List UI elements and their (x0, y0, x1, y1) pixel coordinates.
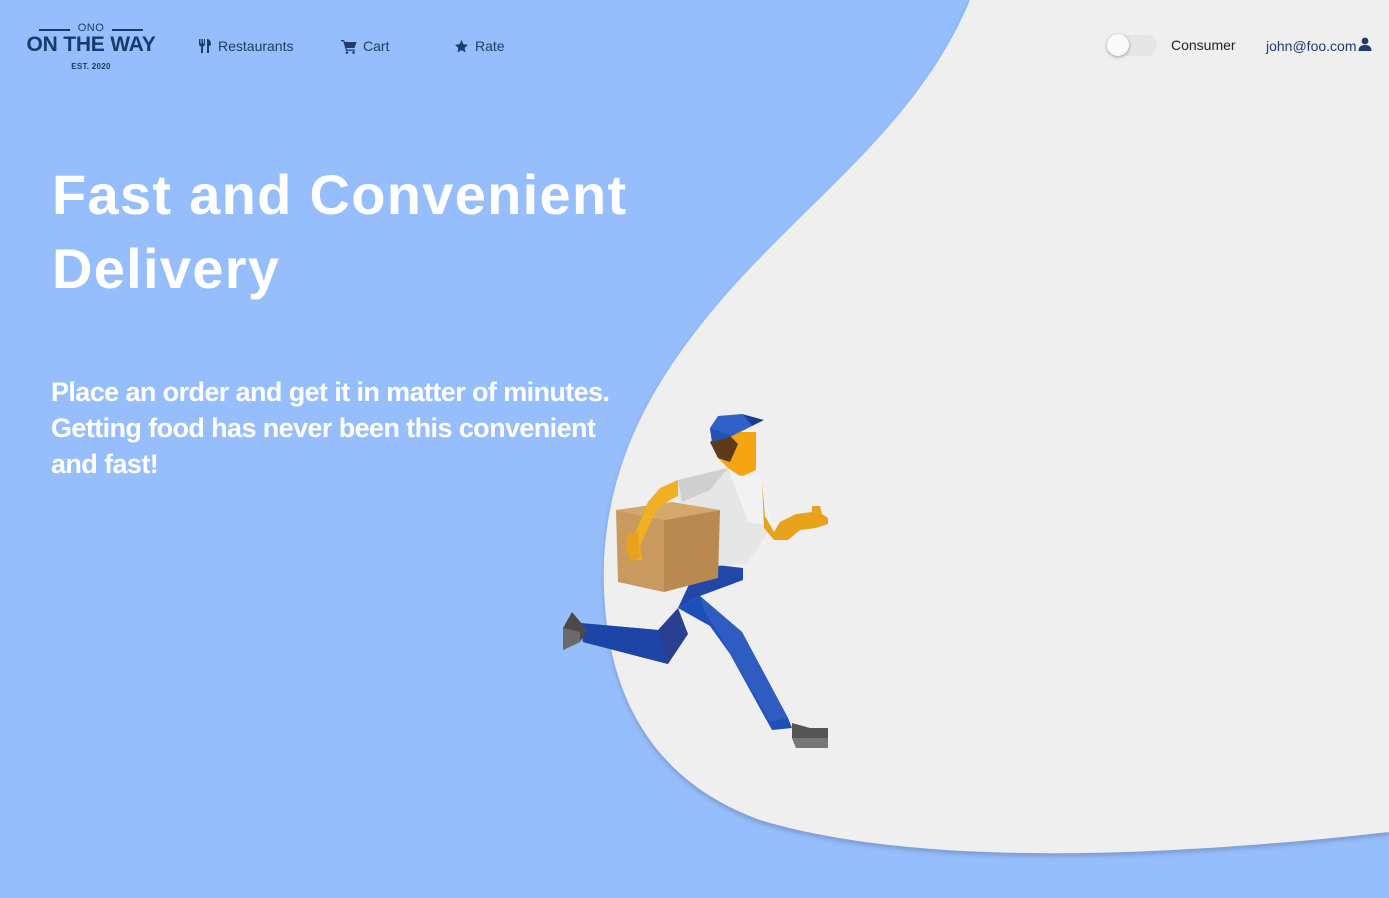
nav-cart[interactable]: Cart (341, 36, 389, 56)
nav-rate-label: Rate (475, 38, 505, 54)
user-icon (1358, 37, 1372, 54)
nav-rate[interactable]: Rate (454, 36, 505, 56)
nav-restaurants-label: Restaurants (218, 38, 294, 54)
account-menu[interactable]: john@foo.com (1266, 37, 1372, 54)
logo-est: EST. 2020 (71, 62, 111, 71)
consumer-mode-toggle[interactable] (1107, 34, 1157, 56)
logo-line-right (112, 29, 143, 31)
toggle-knob (1107, 34, 1129, 56)
account-email: john@foo.com (1266, 37, 1357, 54)
nav-restaurants[interactable]: Restaurants (198, 36, 293, 56)
mode-label: Consumer (1171, 37, 1236, 53)
utensils-icon (198, 38, 212, 54)
hero-subtitle: Place an order and get it in matter of m… (51, 377, 610, 479)
nav-cart-label: Cart (363, 38, 390, 54)
logo-line-left (39, 29, 70, 31)
delivery-courier-illustration (563, 414, 828, 748)
hero-title: Fast and Convenient Delivery (52, 163, 628, 300)
star-icon (454, 39, 469, 54)
cart-icon (341, 39, 357, 54)
brand-logo[interactable]: ONO ON THE WAY EST. 2020 (20, 20, 162, 76)
logo-name: ON THE WAY (26, 33, 156, 56)
